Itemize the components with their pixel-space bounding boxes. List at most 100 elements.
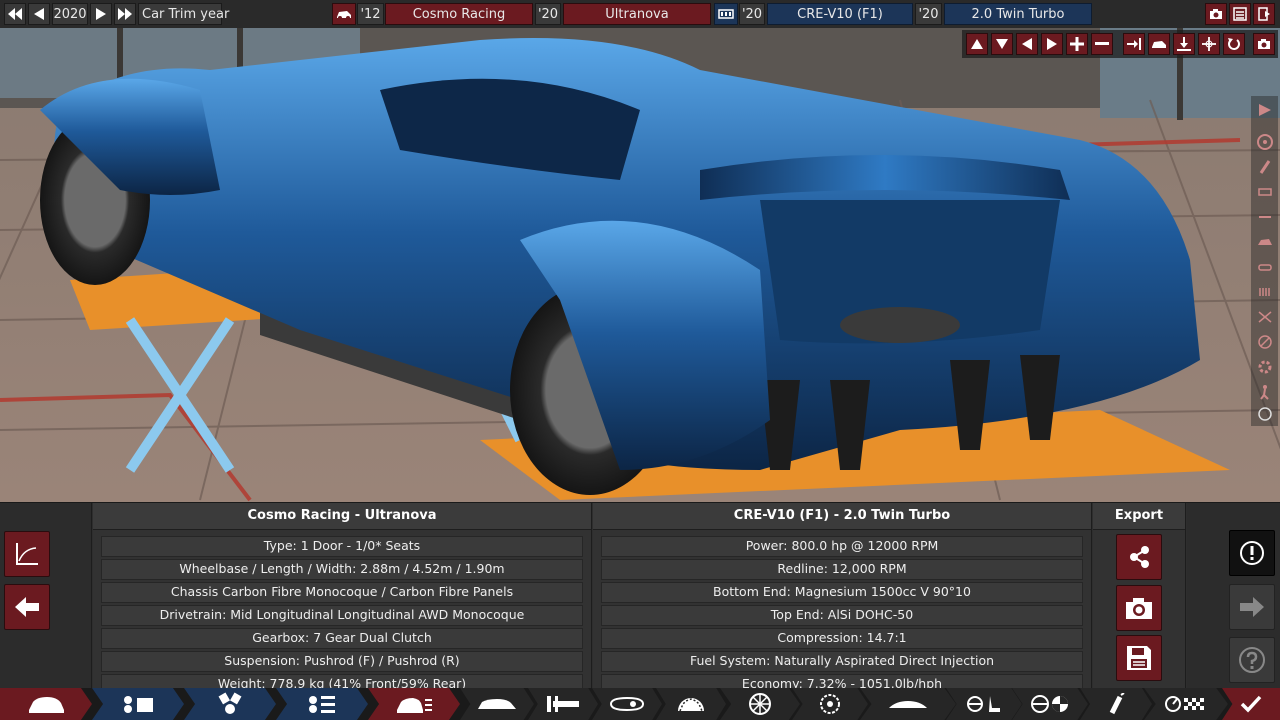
car-model-button[interactable]: [332, 3, 356, 25]
year-next-button[interactable]: [90, 3, 112, 25]
tab-engine-family[interactable]: [92, 688, 184, 720]
camera-reset-button[interactable]: [1123, 33, 1145, 55]
exclamation-circle-icon: [1240, 541, 1264, 565]
exit-door-icon: [1258, 7, 1270, 21]
top-menu-button[interactable]: [1229, 3, 1251, 25]
person-walking-icon: [1259, 384, 1269, 400]
tab-safety[interactable]: [1012, 688, 1088, 720]
tab-interior[interactable]: [946, 688, 1022, 720]
steering-seat-icon: [967, 696, 1000, 712]
car-viewport[interactable]: [0, 28, 1280, 502]
next-button[interactable]: [1229, 584, 1275, 630]
tab-wheels[interactable]: [720, 688, 800, 720]
zoom-in-button[interactable]: [1066, 33, 1088, 55]
year-last-button[interactable]: [114, 3, 136, 25]
car-type-row: Type: 1 Door - 1/0* Seats: [101, 536, 583, 557]
side-grille-button[interactable]: [1254, 281, 1275, 302]
side-circle-button[interactable]: [1254, 403, 1275, 424]
lift-icon: [1258, 310, 1271, 323]
camera-icon: [1210, 9, 1222, 19]
side-wheel-button[interactable]: [1254, 131, 1275, 152]
side-play-button[interactable]: [1254, 99, 1275, 120]
help-button[interactable]: [1229, 637, 1275, 683]
headlight-icon: [1257, 263, 1272, 271]
model-year: '12: [357, 3, 384, 25]
graph-axes-icon: [16, 543, 38, 565]
car-gearbox-row: Gearbox: 7 Gear Dual Clutch: [101, 628, 583, 649]
model-name[interactable]: Ultranova: [563, 3, 711, 25]
camera-ground-button[interactable]: [1173, 33, 1195, 55]
side-fixture-button[interactable]: [1254, 181, 1275, 202]
brake-disc-icon: [820, 694, 840, 714]
year-prev-button[interactable]: [28, 3, 50, 25]
double-right-arrow-icon: [118, 8, 132, 20]
car-aero-icon: [889, 701, 927, 708]
tab-engine-parts[interactable]: [276, 688, 368, 720]
engine-icon: [718, 9, 734, 19]
side-lift-button[interactable]: [1254, 306, 1275, 327]
car-info-panel: Cosmo Racing - Ultranova Type: 1 Door - …: [93, 503, 592, 695]
camera-left-button[interactable]: [1016, 33, 1038, 55]
brand-name[interactable]: Cosmo Racing: [385, 3, 533, 25]
double-left-arrow-icon: [8, 8, 22, 20]
tab-trim-overview[interactable]: [368, 688, 460, 720]
engine-family-name[interactable]: CRE-V10 (F1): [767, 3, 913, 25]
camera-car-view-button[interactable]: [1148, 33, 1170, 55]
tab-fixtures[interactable]: [592, 688, 662, 720]
side-paint-button[interactable]: [1254, 156, 1275, 177]
tab-testing[interactable]: [1144, 688, 1228, 720]
arrow-left-icon: [15, 597, 39, 617]
warnings-button[interactable]: [1229, 530, 1275, 576]
engine-year: '20: [739, 3, 765, 25]
camera-down-button[interactable]: [991, 33, 1013, 55]
zoom-out-button[interactable]: [1091, 33, 1113, 55]
side-trim-button[interactable]: [1254, 206, 1275, 227]
car-body-icon: [478, 699, 516, 709]
year-value: 2020: [52, 3, 88, 25]
tab-chassis[interactable]: [528, 688, 598, 720]
car-info-icon: [397, 698, 432, 713]
plus-icon: [1070, 37, 1084, 51]
car-icon: [1152, 41, 1166, 48]
camera-up-button[interactable]: [966, 33, 988, 55]
side-person-button[interactable]: [1254, 381, 1275, 402]
camera-pan-button[interactable]: [1198, 33, 1220, 55]
side-hide-button[interactable]: [1254, 331, 1275, 352]
tab-brakes[interactable]: [792, 688, 868, 720]
tab-paint[interactable]: [1080, 688, 1152, 720]
tab-suspension[interactable]: [656, 688, 726, 720]
engine-variant-name[interactable]: 2.0 Twin Turbo: [944, 3, 1092, 25]
wheel-icon: [1256, 133, 1273, 150]
camera-icon: [1258, 39, 1270, 49]
side-settings-button[interactable]: [1254, 356, 1275, 377]
car-dimensions-row: Wheelbase / Length / Width: 2.88m / 4.52…: [101, 559, 583, 580]
circle-icon: [1257, 406, 1272, 421]
engine-info-title: CRE-V10 (F1) - 2.0 Twin Turbo: [593, 503, 1091, 530]
year-first-button[interactable]: [4, 3, 26, 25]
pistons-icon: [218, 692, 242, 714]
tab-aero[interactable]: [860, 688, 956, 720]
engine-power-row: Power: 800.0 hp @ 12000 RPM: [601, 536, 1083, 557]
grille-icon: [1258, 287, 1270, 296]
top-exit-button[interactable]: [1253, 3, 1275, 25]
engine-compression-row: Compression: 14.7:1: [601, 628, 1083, 649]
camera-right-button[interactable]: [1041, 33, 1063, 55]
save-button[interactable]: [1116, 635, 1162, 681]
sawblade-icon: [678, 698, 704, 712]
camera-rotate-button[interactable]: [1223, 33, 1245, 55]
export-photo-button[interactable]: [1116, 585, 1162, 631]
tab-car-model[interactable]: [0, 688, 92, 720]
top-screenshot-button[interactable]: [1205, 3, 1227, 25]
side-body-button[interactable]: [1254, 231, 1275, 252]
engine-button[interactable]: [714, 3, 738, 25]
stats-graph-button[interactable]: [4, 531, 50, 577]
gauge-checkered-flag-icon: [1165, 696, 1204, 712]
wheel-icon: [749, 693, 771, 715]
back-button[interactable]: [4, 584, 50, 630]
camera-snapshot-button[interactable]: [1253, 33, 1275, 55]
tab-engine-variant[interactable]: [184, 688, 276, 720]
side-lights-button[interactable]: [1254, 256, 1275, 277]
floppy-disk-icon: [1127, 646, 1151, 670]
tab-body[interactable]: [460, 688, 534, 720]
share-button[interactable]: [1116, 534, 1162, 580]
